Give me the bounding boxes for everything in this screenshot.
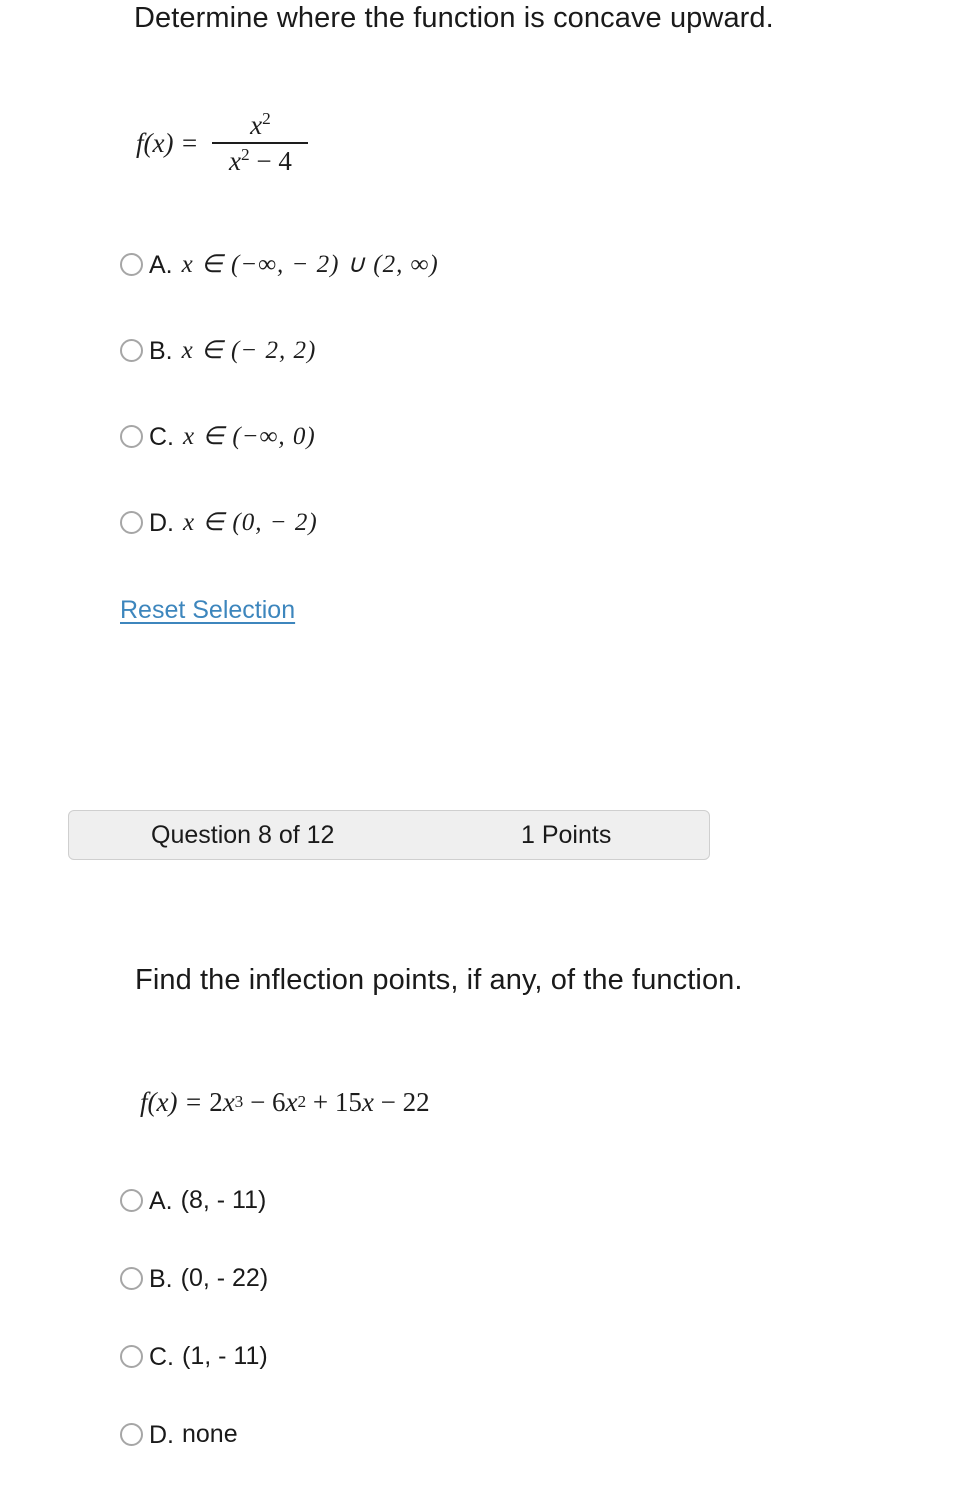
option-letter-c: C.: [149, 1343, 174, 1372]
radio-button-d[interactable]: [120, 1422, 143, 1446]
option-row-b[interactable]: B. (0, - 22): [120, 1256, 978, 1300]
formula-lhs: f(x) =: [136, 127, 199, 158]
question-1-block: Determine where the function is concave …: [0, 0, 978, 625]
fraction-denominator: x2 − 4: [221, 144, 300, 175]
operator-2: +: [312, 1086, 329, 1117]
option-value-c: (1, - 11): [182, 1341, 268, 1370]
term-4-constant: 22: [402, 1086, 430, 1117]
question-1-prompt: Determine where the function is concave …: [134, 2, 774, 34]
option-value-b: x ∈ (− 2, 2): [181, 337, 317, 365]
term-1-coefficient: 2: [209, 1086, 223, 1117]
question-points: 1 Points: [521, 820, 612, 849]
term-3-coefficient: 15: [334, 1086, 362, 1117]
radio-button-b[interactable]: [120, 1266, 143, 1290]
option-letter-d: D.: [149, 509, 174, 538]
radio-button-d[interactable]: [120, 510, 143, 534]
question-2-prompt: Find the inflection points, if any, of t…: [135, 964, 743, 996]
option-row-b[interactable]: B. x ∈ (− 2, 2): [120, 328, 978, 372]
option-letter-c: C.: [149, 423, 174, 452]
term-2-base: x: [285, 1086, 298, 1117]
option-value-d: none: [182, 1419, 238, 1448]
operator-1: −: [250, 1086, 266, 1117]
option-row-a[interactable]: A. (8, - 11): [120, 1178, 978, 1222]
option-value-a: x ∈ (−∞, − 2) ∪ (2, ∞): [181, 251, 439, 279]
numerator-exponent: 2: [262, 108, 271, 128]
fraction: x2 x2 − 4: [212, 108, 309, 175]
denominator-rest: − 4: [256, 145, 292, 176]
radio-button-c[interactable]: [120, 1344, 143, 1368]
reset-selection-link[interactable]: Reset Selection: [120, 596, 295, 625]
option-row-c[interactable]: C. x ∈ (−∞, 0): [120, 414, 978, 458]
option-letter-a: A.: [149, 1187, 173, 1216]
option-value-a: (8, - 11): [180, 1185, 267, 1214]
option-letter-b: B.: [149, 337, 173, 366]
operator-3: −: [380, 1086, 396, 1117]
quiz-page: Determine where the function is concave …: [0, 0, 978, 1456]
numerator-base: x: [250, 109, 263, 140]
question-status-bar: Question 8 of 12 1 Points: [68, 810, 710, 860]
option-letter-d: D.: [149, 1421, 174, 1450]
question-2-options: A. (8, - 11) B. (0, - 22) C. (1, - 11) D…: [0, 1178, 978, 1456]
fraction-numerator: x2: [240, 108, 281, 142]
formula-lhs: f(x) =: [140, 1086, 203, 1117]
question-2-formula: f(x) = 2x3 − 6x2 + 15 x − 22: [140, 1086, 430, 1117]
radio-button-a[interactable]: [120, 1188, 143, 1212]
option-row-a[interactable]: A. x ∈ (−∞, − 2) ∪ (2, ∞): [120, 242, 978, 286]
denominator-base: x: [229, 145, 241, 176]
option-row-d[interactable]: D. none: [120, 1412, 978, 1456]
option-letter-b: B.: [149, 1265, 173, 1294]
option-row-c[interactable]: C. (1, - 11): [120, 1334, 978, 1378]
term-3-base: x: [361, 1086, 374, 1117]
option-value-d: x ∈ (0, − 2): [183, 509, 318, 537]
question-2-block: Find the inflection points, if any, of t…: [0, 962, 978, 1490]
question-counter: Question 8 of 12: [151, 820, 335, 849]
option-value-c: x ∈ (−∞, 0): [183, 423, 316, 451]
radio-button-b[interactable]: [120, 338, 143, 362]
option-value-b: (0, - 22): [180, 1263, 269, 1292]
denominator-exponent: 2: [240, 144, 250, 164]
term-2-coefficient: 6: [272, 1086, 286, 1117]
question-1-formula: f(x) = x2 x2 − 4: [136, 108, 978, 178]
question-1-options: A. x ∈ (−∞, − 2) ∪ (2, ∞) B. x ∈ (− 2, 2…: [0, 242, 978, 544]
radio-button-a[interactable]: [120, 252, 143, 276]
term-1-base: x: [222, 1086, 235, 1117]
radio-button-c[interactable]: [120, 424, 143, 448]
option-letter-a: A.: [149, 251, 173, 280]
option-row-d[interactable]: D. x ∈ (0, − 2): [120, 500, 978, 544]
